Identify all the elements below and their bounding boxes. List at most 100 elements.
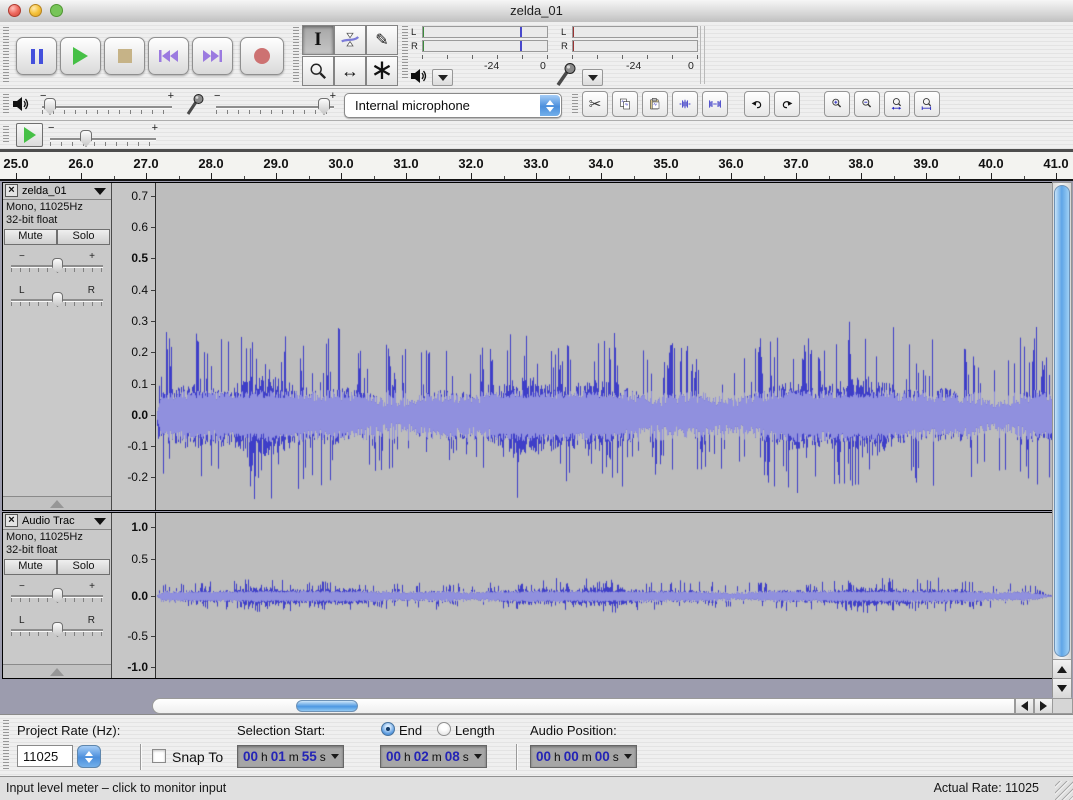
input-source-stepper[interactable]	[540, 95, 560, 116]
track-collapse-button[interactable]	[3, 664, 111, 678]
fit-selection-button[interactable]	[884, 91, 910, 117]
multi-tool-button[interactable]: ∗	[366, 56, 398, 86]
length-radio[interactable]	[437, 722, 451, 736]
input-source-select[interactable]: Internal microphone	[344, 93, 562, 118]
recording-meter[interactable]: L R -24 0	[552, 24, 702, 88]
track-menu-arrow-icon[interactable]	[94, 518, 106, 525]
rewind-button[interactable]	[148, 37, 189, 75]
zoom-tool-button[interactable]	[302, 56, 334, 86]
vertical-scrollbar[interactable]	[1052, 182, 1072, 697]
track-title[interactable]: Audio Trac	[22, 515, 75, 527]
track-header: × zelda_01	[3, 183, 111, 200]
transport-toolbar-grip[interactable]	[3, 27, 9, 83]
scroll-left-button[interactable]	[1015, 698, 1034, 714]
resize-grip[interactable]	[1055, 781, 1073, 800]
playback-meter-minus24: -24	[484, 60, 499, 72]
pause-icon	[31, 49, 43, 64]
pan-right-label: R	[88, 615, 95, 626]
playback-volume-slider[interactable]: − +	[42, 97, 172, 117]
zoom-out-button[interactable]	[854, 91, 880, 117]
vertical-ruler[interactable]: 1.00.50.0-0.5-1.0	[112, 513, 156, 678]
timeshift-tool-button[interactable]: ↔	[334, 56, 366, 86]
waveform-canvas[interactable]	[156, 183, 1052, 510]
transcription-toolbar-row: − +	[0, 121, 1073, 149]
track-close-button[interactable]: ×	[5, 184, 18, 197]
vertical-scrollbar-thumb[interactable]	[1054, 185, 1070, 657]
pan-slider[interactable]: L R	[11, 619, 103, 645]
pan-slider[interactable]: L R	[11, 289, 103, 315]
track-zelda01[interactable]: × zelda_01 Mono, 11025Hz 32-bit float Mu…	[2, 182, 1053, 511]
length-radio-label: Length	[455, 723, 495, 738]
project-rate-field[interactable]: 11025	[17, 745, 73, 767]
waveform-canvas[interactable]	[156, 513, 1052, 678]
mute-button[interactable]: Mute	[4, 559, 57, 575]
solo-button[interactable]: Solo	[57, 229, 110, 245]
project-rate-stepper[interactable]	[77, 745, 101, 768]
vertical-ruler-label: 0.7	[131, 189, 148, 203]
track-audio-track[interactable]: × Audio Trac Mono, 11025Hz 32-bit float …	[2, 512, 1053, 679]
selection-toolbar-grip[interactable]	[3, 720, 9, 771]
draw-tool-button[interactable]: ✎	[366, 25, 398, 55]
envelope-tool-button[interactable]	[334, 25, 366, 55]
play-at-speed-icon	[24, 127, 36, 143]
record-button[interactable]	[240, 37, 284, 75]
vertical-ruler[interactable]: 0.70.60.50.40.30.20.10.0-0.1-0.2	[112, 183, 156, 510]
recording-meter-dropdown[interactable]	[582, 69, 603, 86]
edit-toolbar-grip[interactable]	[572, 94, 578, 115]
track-format-line2: 32-bit float	[6, 214, 57, 226]
horizontal-scrollbar-thumb[interactable]	[296, 700, 358, 712]
timeline-ruler[interactable]: 25.026.027.028.029.030.031.032.033.034.0…	[0, 152, 1073, 181]
fast-forward-icon	[203, 49, 222, 63]
selbar-divider2	[516, 744, 517, 770]
forward-button[interactable]	[192, 37, 233, 75]
audio-position-field[interactable]: 00h00m00s	[530, 745, 637, 768]
paste-button[interactable]	[642, 91, 668, 117]
trim-outside-selection-button[interactable]	[672, 91, 698, 117]
copy-button[interactable]	[612, 91, 638, 117]
playback-meter-zero: 0	[540, 60, 546, 72]
meter-end-divider2	[704, 26, 705, 84]
tools-toolbar-grip[interactable]	[293, 27, 299, 83]
track-close-button[interactable]: ×	[5, 514, 18, 527]
scroll-down-button[interactable]	[1053, 678, 1071, 698]
selection-end-field[interactable]: 00h02m08s	[380, 745, 487, 768]
mute-button[interactable]: Mute	[4, 229, 57, 245]
vertical-ruler-label: -0.2	[127, 470, 148, 484]
gain-slider[interactable]: − +	[11, 585, 103, 611]
cut-button[interactable]: ✂	[582, 91, 608, 117]
stop-button[interactable]	[104, 37, 145, 75]
selection-start-field[interactable]: 00h01m55s	[237, 745, 344, 768]
meter-toolbar-grip[interactable]	[402, 26, 408, 80]
play-at-speed-button[interactable]	[16, 123, 43, 147]
vertical-ruler-label: -0.1	[127, 439, 148, 453]
silence-selection-button[interactable]	[702, 91, 728, 117]
pan-right-label: R	[88, 285, 95, 296]
redo-icon	[781, 96, 793, 112]
transcription-toolbar-grip[interactable]	[3, 126, 9, 144]
redo-button[interactable]	[774, 91, 800, 117]
pause-button[interactable]	[16, 37, 57, 75]
fit-project-button[interactable]	[914, 91, 940, 117]
recording-meter-minus24: -24	[626, 60, 641, 72]
solo-button[interactable]: Solo	[57, 559, 110, 575]
scroll-up-button[interactable]	[1053, 659, 1071, 679]
play-button[interactable]	[60, 37, 101, 75]
input-volume-slider[interactable]: − +	[216, 97, 334, 117]
zoom-in-button[interactable]	[824, 91, 850, 117]
mixer-toolbar-grip[interactable]	[3, 94, 9, 115]
vertical-ruler-label: 0.4	[131, 283, 148, 297]
vertical-ruler-label: 0.2	[131, 345, 148, 359]
track-collapse-button[interactable]	[3, 496, 111, 510]
horizontal-scrollbar[interactable]	[152, 698, 1015, 714]
selection-tool-button[interactable]: I	[302, 25, 334, 55]
snap-to-checkbox[interactable]	[152, 749, 166, 763]
playback-meter[interactable]: L R -24 0	[402, 24, 552, 88]
track-title[interactable]: zelda_01	[22, 185, 67, 197]
undo-button[interactable]	[744, 91, 770, 117]
gain-slider[interactable]: − +	[11, 255, 103, 281]
scroll-right-button[interactable]	[1034, 698, 1053, 714]
playback-speed-slider[interactable]: − +	[50, 129, 156, 149]
track-menu-arrow-icon[interactable]	[94, 188, 106, 195]
end-radio[interactable]	[381, 722, 395, 736]
playback-meter-dropdown[interactable]	[432, 69, 453, 86]
